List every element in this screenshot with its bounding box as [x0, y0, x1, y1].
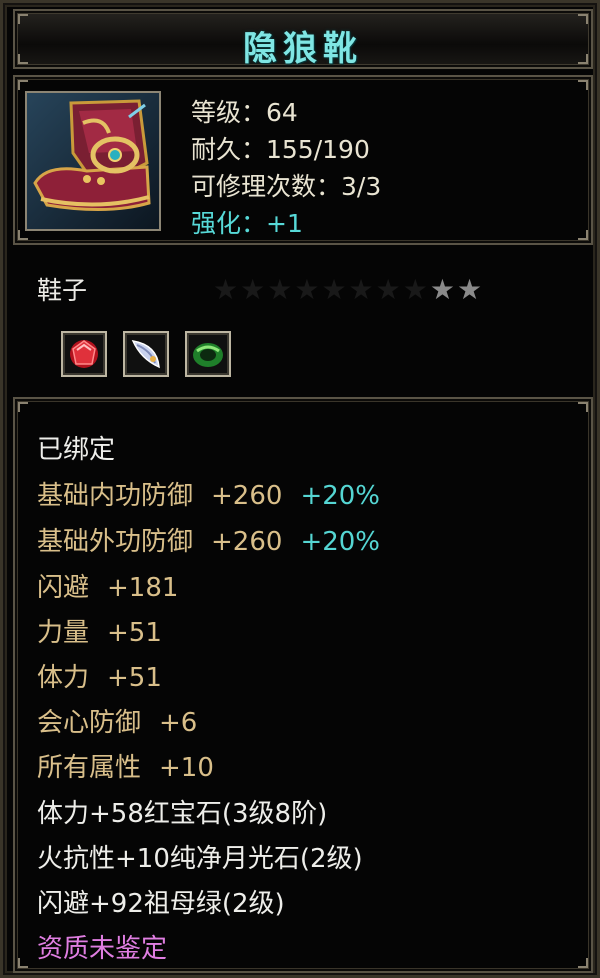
- star-empty-icon: ★: [267, 273, 295, 306]
- all-attributes-label: 所有属性: [37, 753, 142, 783]
- star-filled-icon: ★: [456, 273, 485, 306]
- strength-label: 力量: [37, 618, 90, 648]
- boots-icon: [25, 91, 161, 231]
- quality-status: 资质未鉴定: [37, 934, 168, 964]
- bound-status: 已绑定: [37, 435, 116, 465]
- dodge-row: 闪避 +181: [37, 567, 178, 604]
- strength-value: +51: [107, 618, 162, 648]
- ruby-gem-icon: [61, 331, 107, 377]
- outer-defense-row: 基础外功防御 +260 +20%: [37, 521, 380, 558]
- outer-defense-bonus: +20%: [300, 527, 381, 557]
- emerald-gem-icon: [185, 331, 231, 377]
- moonstone-gem-icon: [123, 331, 169, 377]
- dodge-label: 闪避: [37, 573, 90, 603]
- item-tooltip: 隐狼靴 等级：64 耐久：155/190 可修理次数：3/3 强化：+1 鞋子 …: [0, 0, 600, 978]
- gem-bonus-ruby: 体力+58红宝石(3级8阶): [37, 799, 328, 829]
- stamina-value: +51: [107, 663, 162, 693]
- item-slot: 鞋子: [37, 276, 88, 305]
- stamina-label: 体力: [37, 663, 90, 693]
- star-empty-icon: ★: [321, 273, 349, 306]
- item-durability: 耐久：155/190: [191, 135, 370, 164]
- gem-bonus-moonstone: 火抗性+10纯净月光石(2级): [37, 844, 363, 874]
- inner-defense-row: 基础内功防御 +260 +20%: [37, 475, 380, 512]
- outer-defense-label: 基础外功防御: [37, 527, 194, 557]
- inner-defense-label: 基础内功防御: [37, 481, 194, 511]
- outer-defense-value: +260: [211, 527, 283, 557]
- crit-defense-label: 会心防御: [37, 708, 142, 738]
- crit-defense-value: +6: [159, 708, 198, 738]
- stamina-row: 体力 +51: [37, 657, 162, 694]
- all-attributes-row: 所有属性 +10: [37, 747, 214, 784]
- item-enhance: 强化：+1: [191, 209, 303, 238]
- item-name: 隐狼靴: [243, 29, 363, 69]
- inner-defense-bonus: +20%: [300, 481, 381, 511]
- gem-bonus-emerald: 闪避+92祖母绿(2级): [37, 889, 285, 919]
- all-attributes-value: +10: [159, 753, 214, 783]
- star-empty-icon: ★: [294, 273, 322, 306]
- item-repair-count: 可修理次数：3/3: [191, 172, 382, 201]
- star-filled-icon: ★: [429, 273, 457, 306]
- item-level: 等级：64: [191, 98, 298, 127]
- star-empty-icon: ★: [348, 273, 376, 306]
- star-empty-icon: ★: [375, 273, 403, 306]
- star-empty-icon: ★: [240, 273, 268, 306]
- strength-row: 力量 +51: [37, 612, 162, 649]
- star-rating: ★★★★★★★★★★: [213, 273, 484, 306]
- dodge-value: +181: [107, 573, 179, 603]
- star-empty-icon: ★: [213, 273, 241, 306]
- star-empty-icon: ★: [402, 273, 430, 306]
- inner-defense-value: +260: [211, 481, 283, 511]
- title-bar: 隐狼靴: [13, 9, 593, 69]
- crit-defense-row: 会心防御 +6: [37, 702, 197, 739]
